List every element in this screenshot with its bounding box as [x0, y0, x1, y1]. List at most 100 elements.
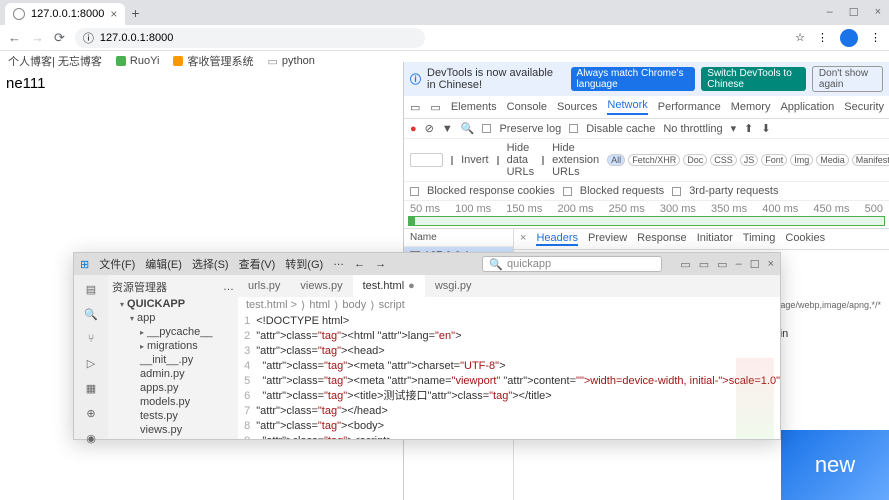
profile-avatar[interactable]: [840, 29, 858, 47]
throttling-select[interactable]: No throttling: [663, 123, 722, 135]
device-icon[interactable]: ▭: [430, 101, 440, 114]
layout-icon[interactable]: ▭: [699, 258, 709, 271]
close-detail-icon[interactable]: ×: [520, 232, 526, 246]
tab-network[interactable]: Network: [607, 99, 647, 115]
tree-item[interactable]: apps.py: [112, 381, 234, 395]
filter-pill[interactable]: Img: [790, 154, 813, 166]
clear-icon[interactable]: ⊘: [425, 122, 434, 135]
filter-pill[interactable]: JS: [740, 154, 759, 166]
hide-data-checkbox[interactable]: [497, 156, 499, 165]
back-icon[interactable]: ←: [8, 30, 21, 45]
preserve-log-checkbox[interactable]: [482, 124, 491, 133]
project-root[interactable]: ▾QUICKAPP: [112, 297, 234, 311]
url-input[interactable]: ⓘ 127.0.0.1:8000: [75, 28, 425, 48]
tab-memory[interactable]: Memory: [731, 101, 771, 113]
tree-item[interactable]: __init__.py: [112, 353, 234, 367]
detail-tab-cookies[interactable]: Cookies: [785, 232, 825, 246]
browser-tab[interactable]: 127.0.0.1:8000 ×: [5, 3, 125, 25]
tab-sources[interactable]: Sources: [557, 101, 597, 113]
site-info-icon[interactable]: ⓘ: [83, 30, 94, 46]
maximize-icon[interactable]: ☐: [849, 6, 859, 19]
tree-item[interactable]: views.py: [112, 423, 234, 437]
filter-pill[interactable]: Font: [761, 154, 787, 166]
name-column-header[interactable]: Name: [404, 229, 513, 247]
tree-item[interactable]: ▸quickapp: [112, 437, 234, 439]
layout-icon[interactable]: ▭: [680, 258, 690, 271]
detail-tab-initiator[interactable]: Initiator: [697, 232, 733, 246]
remote-icon[interactable]: ⊕: [86, 407, 95, 420]
extensions-icon[interactable]: ▦: [86, 382, 96, 395]
inspect-icon[interactable]: ▭: [410, 101, 420, 114]
editor-tab[interactable]: test.html●: [353, 275, 425, 297]
filter-pill[interactable]: CSS: [710, 154, 737, 166]
bookmark-item[interactable]: RuoYi: [116, 55, 160, 67]
tree-item[interactable]: ▸migrations: [112, 339, 234, 353]
close-icon[interactable]: ×: [875, 6, 881, 19]
search-icon[interactable]: 🔍: [461, 122, 475, 135]
chrome-menu-icon[interactable]: ⋮: [870, 31, 881, 44]
detail-tab-preview[interactable]: Preview: [588, 232, 627, 246]
run-debug-icon[interactable]: ▷: [87, 357, 95, 370]
minimize-icon[interactable]: –: [827, 6, 833, 19]
tab-console[interactable]: Console: [507, 101, 547, 113]
menu-item[interactable]: 编辑(E): [145, 256, 182, 272]
tree-item[interactable]: models.py: [112, 395, 234, 409]
filter-icon[interactable]: ▼: [442, 123, 453, 135]
tree-item[interactable]: ▸__pycache__: [112, 325, 234, 339]
blocked-cookies-checkbox[interactable]: [410, 187, 419, 196]
blocked-req-checkbox[interactable]: [563, 187, 572, 196]
code-content[interactable]: <!DOCTYPE html> "attr">class="tag"><html…: [256, 314, 780, 439]
menu-item[interactable]: …: [333, 256, 344, 272]
switch-chinese-button[interactable]: Switch DevTools to Chinese: [701, 67, 806, 91]
nav-back-icon[interactable]: ←: [354, 258, 365, 270]
tab-elements[interactable]: Elements: [451, 101, 497, 113]
layout-icon[interactable]: ▭: [717, 258, 727, 271]
editor-tab[interactable]: urls.py: [238, 275, 290, 297]
new-tab-button[interactable]: +: [131, 5, 139, 21]
bookmark-star-icon[interactable]: ☆: [795, 31, 805, 44]
network-timeline[interactable]: 50 ms100 ms150 ms200 ms250 ms300 ms350 m…: [404, 201, 889, 229]
menu-item[interactable]: 文件(F): [99, 256, 135, 272]
extensions-icon[interactable]: ⋮: [817, 31, 828, 44]
menu-item[interactable]: 转到(G): [285, 256, 323, 272]
nav-fwd-icon[interactable]: →: [375, 258, 386, 270]
code-editor[interactable]: 1234567891011121314 <!DOCTYPE html> "att…: [238, 314, 780, 439]
breadcrumbs[interactable]: test.html > ⟩html ⟩body ⟩script: [238, 297, 780, 314]
bookmark-item[interactable]: ▭python: [267, 55, 314, 68]
upload-icon[interactable]: ⬆: [744, 122, 753, 135]
download-icon[interactable]: ⬇: [761, 122, 770, 135]
third-party-checkbox[interactable]: [672, 187, 681, 196]
record-icon[interactable]: ●: [410, 123, 417, 135]
menu-item[interactable]: 选择(S): [192, 256, 229, 272]
tab-security[interactable]: Security: [844, 101, 884, 113]
source-control-icon[interactable]: ⑂: [88, 333, 95, 345]
detail-tab-headers[interactable]: Headers: [536, 232, 578, 246]
reload-icon[interactable]: ⟳: [54, 30, 65, 46]
match-language-button[interactable]: Always match Chrome's language: [571, 67, 696, 91]
filter-pill[interactable]: Media: [816, 154, 849, 166]
hide-ext-checkbox[interactable]: [542, 156, 544, 165]
filter-pill[interactable]: Manifest: [852, 154, 889, 166]
menu-item[interactable]: 查看(V): [239, 256, 276, 272]
detail-tab-response[interactable]: Response: [637, 232, 687, 246]
tree-item[interactable]: admin.py: [112, 367, 234, 381]
tab-performance[interactable]: Performance: [658, 101, 721, 113]
disable-cache-checkbox[interactable]: [569, 124, 578, 133]
explorer-icon[interactable]: ▤: [86, 283, 96, 296]
minimize-icon[interactable]: –: [736, 258, 742, 271]
search-icon[interactable]: 🔍: [84, 308, 98, 321]
filter-pill[interactable]: Doc: [683, 154, 707, 166]
editor-tab[interactable]: wsgi.py: [425, 275, 482, 297]
bookmark-item[interactable]: 客收管理系统: [173, 53, 253, 69]
filter-pill[interactable]: Fetch/XHR: [628, 154, 680, 166]
testing-icon[interactable]: ◉: [86, 432, 96, 445]
invert-checkbox[interactable]: [451, 156, 453, 165]
sidebar-more-icon[interactable]: …: [223, 281, 234, 293]
editor-tab[interactable]: views.py: [290, 275, 352, 297]
bookmark-item[interactable]: 个人博客| 无忘博客: [8, 53, 102, 69]
tree-item[interactable]: ▾app: [112, 311, 234, 325]
detail-tab-timing[interactable]: Timing: [743, 232, 776, 246]
filter-pill[interactable]: All: [607, 154, 625, 166]
command-center[interactable]: 🔍 quickapp: [482, 256, 662, 272]
filter-input[interactable]: [410, 153, 443, 167]
